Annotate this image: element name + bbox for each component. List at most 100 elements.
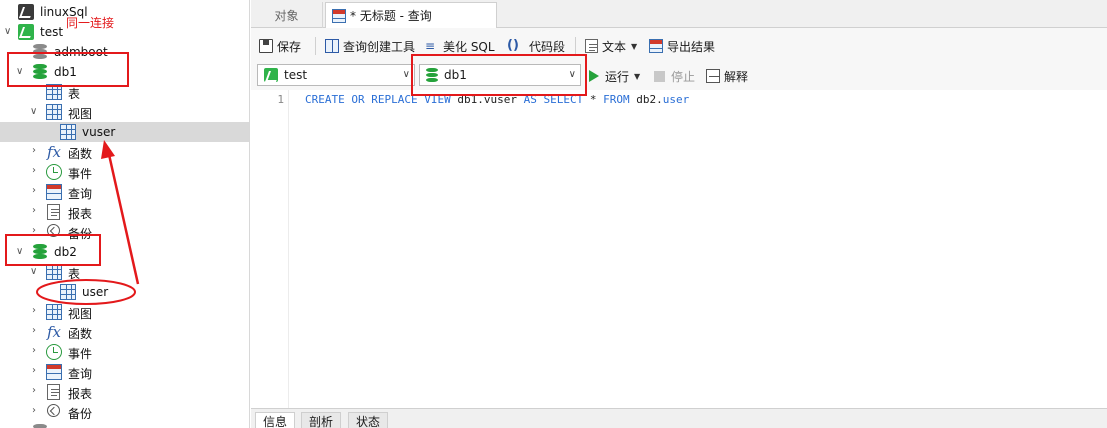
- tree-label: 函数: [68, 327, 93, 341]
- tree-label: 函数: [68, 147, 93, 161]
- explain-icon: [706, 69, 720, 83]
- tree-label: 视图: [68, 107, 93, 121]
- sql-keyword: FROM: [603, 93, 630, 106]
- line-number-gutter: 1: [251, 90, 289, 408]
- tree-item-db2-queries[interactable]: › 查询: [0, 362, 249, 382]
- tab-objects[interactable]: 对象: [251, 2, 323, 28]
- connection-icon: [264, 68, 278, 82]
- database-icon: [33, 424, 47, 428]
- tree-item-db1-views[interactable]: ∨ 视图: [0, 102, 249, 122]
- chevron-down-icon: ∨: [402, 69, 410, 80]
- report-icon: [47, 204, 60, 220]
- view-icon: [46, 304, 62, 320]
- tree-label: test: [40, 25, 64, 39]
- annotation-box-db1: [7, 52, 129, 87]
- chevron-right-icon[interactable]: ›: [32, 146, 42, 156]
- tree-item-db1-reports[interactable]: › 报表: [0, 202, 249, 222]
- beautify-sql-button[interactable]: ≡ 美化 SQL: [425, 37, 495, 55]
- run-button[interactable]: 运行 ▼: [589, 67, 640, 85]
- query-icon: [46, 184, 62, 200]
- chevron-right-icon[interactable]: ›: [32, 346, 42, 356]
- editor-tab-strip: 对象 * 无标题 - 查询: [251, 0, 1107, 28]
- tree-label: 备份: [68, 407, 93, 421]
- tree-item-db2-functions[interactable]: › fx 函数: [0, 322, 249, 342]
- sql-operator: *: [589, 93, 597, 106]
- text-menu-button[interactable]: 文本 ▼: [585, 37, 637, 55]
- tree-label: 表: [68, 267, 81, 281]
- stop-icon: [654, 70, 665, 82]
- chevron-right-icon[interactable]: ›: [32, 206, 42, 216]
- sql-keyword: OR: [351, 93, 365, 106]
- chevron-right-icon[interactable]: ›: [32, 406, 42, 416]
- tab-status[interactable]: 状态: [348, 412, 389, 428]
- connection-control-bar: test ∨ db1 ∨ 运行 ▼ 停止 解释: [251, 62, 1107, 90]
- tree-label: 报表: [68, 207, 93, 221]
- connection-select[interactable]: test ∨: [257, 64, 415, 86]
- tree-item-db2-views[interactable]: › 视图: [0, 302, 249, 322]
- code-snippet-button[interactable]: () 代码段: [507, 37, 565, 55]
- tree-label: 查询: [68, 187, 93, 201]
- caret-down-icon: ▼: [634, 71, 641, 81]
- query-builder-icon: [325, 39, 339, 53]
- chevron-right-icon[interactable]: ›: [32, 166, 42, 176]
- text-icon: [585, 39, 598, 53]
- query-icon: [46, 364, 62, 380]
- sql-editor[interactable]: 1 CREATE OR REPLACE VIEW db1.vuser AS SE…: [251, 90, 1107, 408]
- tree-item-db1-queries[interactable]: › 查询: [0, 182, 249, 202]
- play-icon: [589, 70, 599, 82]
- clock-icon: [46, 164, 62, 180]
- tree-item-user[interactable]: user: [0, 282, 249, 302]
- tree-item-db2-backups[interactable]: › 备份: [0, 402, 249, 422]
- navicat-window: linuxSql ∨ test admboot ∨ db1 表 ∨ 视图 vus…: [0, 0, 1107, 428]
- tree-item-test-connection[interactable]: ∨ test: [0, 22, 249, 42]
- sql-keyword: CREATE: [305, 93, 345, 106]
- tree-item-db2-events[interactable]: › 事件: [0, 342, 249, 362]
- tab-label: 信息: [263, 414, 288, 428]
- tree-item-linuxsql[interactable]: linuxSql: [0, 2, 249, 22]
- chevron-down-icon[interactable]: ∨: [30, 267, 40, 277]
- stop-label: 停止: [671, 69, 696, 84]
- annotation-note: 同一连接: [66, 16, 115, 30]
- annotation-box-db2: [5, 234, 101, 266]
- code-snippet-icon: (): [507, 38, 519, 53]
- tab-query[interactable]: * 无标题 - 查询: [325, 2, 497, 28]
- chevron-right-icon[interactable]: ›: [32, 306, 42, 316]
- chevron-right-icon[interactable]: ›: [32, 326, 42, 336]
- tree-label: 事件: [68, 167, 93, 181]
- tree-item-db1-functions[interactable]: › fx 函数: [0, 142, 249, 162]
- result-tabs: 信息 剖析 状态: [251, 408, 1107, 428]
- connection-icon: [18, 24, 34, 40]
- query-toolbar: 保存 查询创建工具 ≡ 美化 SQL () 代码段 文本 ▼ 导出结果: [251, 28, 1107, 62]
- line-number: 1: [277, 93, 284, 106]
- export-results-button[interactable]: 导出结果: [649, 37, 715, 55]
- tab-info[interactable]: 信息: [255, 412, 296, 428]
- query-builder-button[interactable]: 查询创建工具: [325, 37, 415, 55]
- stop-button[interactable]: 停止: [654, 67, 695, 85]
- tab-profile[interactable]: 剖析: [301, 412, 342, 428]
- explain-label: 解释: [724, 69, 749, 84]
- snippet-label: 代码段: [529, 39, 566, 54]
- tree-item-db2-reports[interactable]: › 报表: [0, 382, 249, 402]
- chevron-right-icon[interactable]: ›: [32, 366, 42, 376]
- query-builder-label: 查询创建工具: [343, 39, 416, 54]
- tree-item-vuser[interactable]: vuser: [0, 122, 249, 142]
- chevron-down-icon[interactable]: ∨: [4, 27, 14, 37]
- chevron-down-icon[interactable]: ∨: [30, 107, 40, 117]
- sql-identifier: user: [662, 93, 690, 106]
- explain-button[interactable]: 解释: [706, 67, 748, 85]
- tree-item-next-db[interactable]: [0, 422, 249, 428]
- export-icon: [649, 39, 663, 53]
- connection-icon: [18, 4, 34, 20]
- table-icon: [60, 284, 76, 300]
- tree-label: user: [82, 285, 109, 299]
- toolbar-divider: [315, 37, 316, 55]
- function-icon: fx: [47, 143, 62, 161]
- report-icon: [47, 384, 60, 400]
- save-button[interactable]: 保存: [259, 37, 301, 55]
- tab-label: 对象: [274, 8, 299, 23]
- tree-item-db1-events[interactable]: › 事件: [0, 162, 249, 182]
- chevron-right-icon[interactable]: ›: [32, 386, 42, 396]
- tree-label: 视图: [68, 307, 93, 321]
- run-label: 运行: [605, 69, 630, 84]
- chevron-right-icon[interactable]: ›: [32, 186, 42, 196]
